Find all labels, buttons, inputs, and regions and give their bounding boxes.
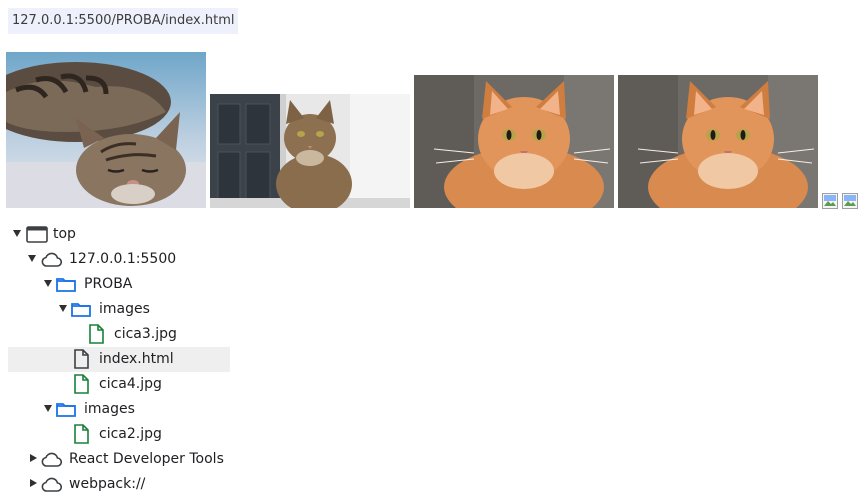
tree-node-label: 127.0.0.1:5500 bbox=[69, 251, 177, 267]
tree-node-react-devtools[interactable]: React Developer Tools bbox=[8, 447, 230, 472]
tree-node-file-cica3[interactable]: cica3.jpg bbox=[8, 322, 230, 347]
tree-node-folder-images[interactable]: images bbox=[8, 297, 230, 322]
tree-node-label: cica2.jpg bbox=[99, 426, 162, 442]
fluffy-ginger-cat-image bbox=[618, 75, 818, 208]
folder-icon bbox=[56, 277, 76, 296]
tree-node-label: cica3.jpg bbox=[114, 326, 177, 342]
cloud-icon bbox=[40, 477, 63, 497]
tree-node-label: webpack:// bbox=[69, 476, 146, 492]
sleeping-tabby-cat-image bbox=[6, 52, 206, 208]
image-gallery bbox=[6, 52, 862, 210]
tree-node-file-cica4[interactable]: cica4.jpg bbox=[8, 372, 230, 397]
expand-arrow-icon[interactable] bbox=[44, 280, 52, 287]
tree-node-file-index[interactable]: index.html bbox=[8, 347, 230, 372]
image-file-icon bbox=[74, 374, 89, 398]
expand-arrow-icon[interactable] bbox=[13, 230, 21, 237]
collapse-arrow-icon[interactable] bbox=[30, 479, 37, 487]
collapse-arrow-icon[interactable] bbox=[30, 454, 37, 462]
tree-node-label: cica4.jpg bbox=[99, 376, 162, 392]
cloud-icon bbox=[40, 252, 63, 272]
tree-node-label: React Developer Tools bbox=[69, 451, 224, 467]
tree-node-label: PROBA bbox=[84, 276, 133, 292]
tree-node-label: images bbox=[84, 401, 135, 417]
broken-image-icon bbox=[842, 193, 858, 209]
tree-node-label: top bbox=[53, 226, 76, 242]
tree-node-folder-proba[interactable]: PROBA bbox=[8, 272, 230, 297]
folder-icon bbox=[71, 302, 91, 321]
tree-node-origin[interactable]: 127.0.0.1:5500 bbox=[8, 247, 230, 272]
cloud-icon bbox=[40, 452, 63, 472]
folder-icon bbox=[56, 402, 76, 421]
tabby-cat-at-door-image bbox=[210, 94, 410, 208]
address-bar[interactable]: 127.0.0.1:5500/PROBA/index.html bbox=[8, 8, 239, 34]
image-file-icon bbox=[89, 324, 104, 348]
fluffy-ginger-cat-image bbox=[414, 75, 614, 208]
frame-icon bbox=[26, 226, 48, 247]
image-file-icon bbox=[74, 424, 89, 448]
tree-node-file-cica2[interactable]: cica2.jpg bbox=[8, 422, 230, 447]
expand-arrow-icon[interactable] bbox=[44, 405, 52, 412]
document-file-icon bbox=[74, 349, 89, 373]
expand-arrow-icon[interactable] bbox=[28, 255, 36, 262]
tree-node-label: images bbox=[99, 301, 150, 317]
tree-node-top[interactable]: top bbox=[8, 222, 230, 247]
tree-node-webpack[interactable]: webpack:// bbox=[8, 472, 230, 497]
tree-node-label: index.html bbox=[99, 351, 174, 367]
tree-node-folder-images[interactable]: images bbox=[8, 397, 230, 422]
expand-arrow-icon[interactable] bbox=[59, 305, 67, 312]
broken-image-icon bbox=[822, 193, 838, 209]
